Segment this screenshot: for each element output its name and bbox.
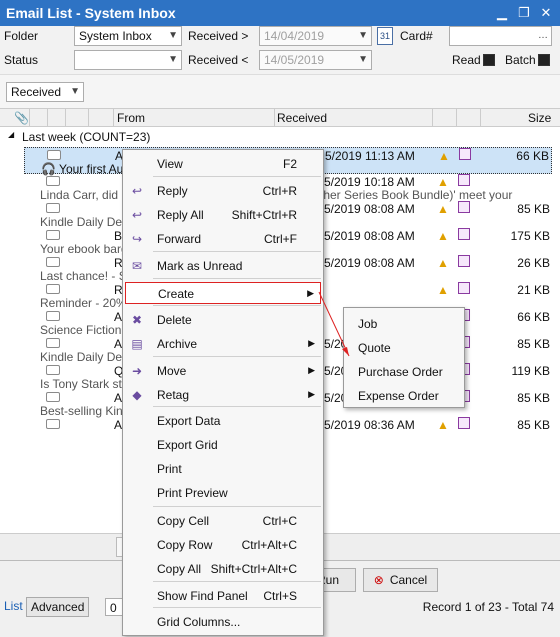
pointer-arrow — [318, 291, 350, 357]
